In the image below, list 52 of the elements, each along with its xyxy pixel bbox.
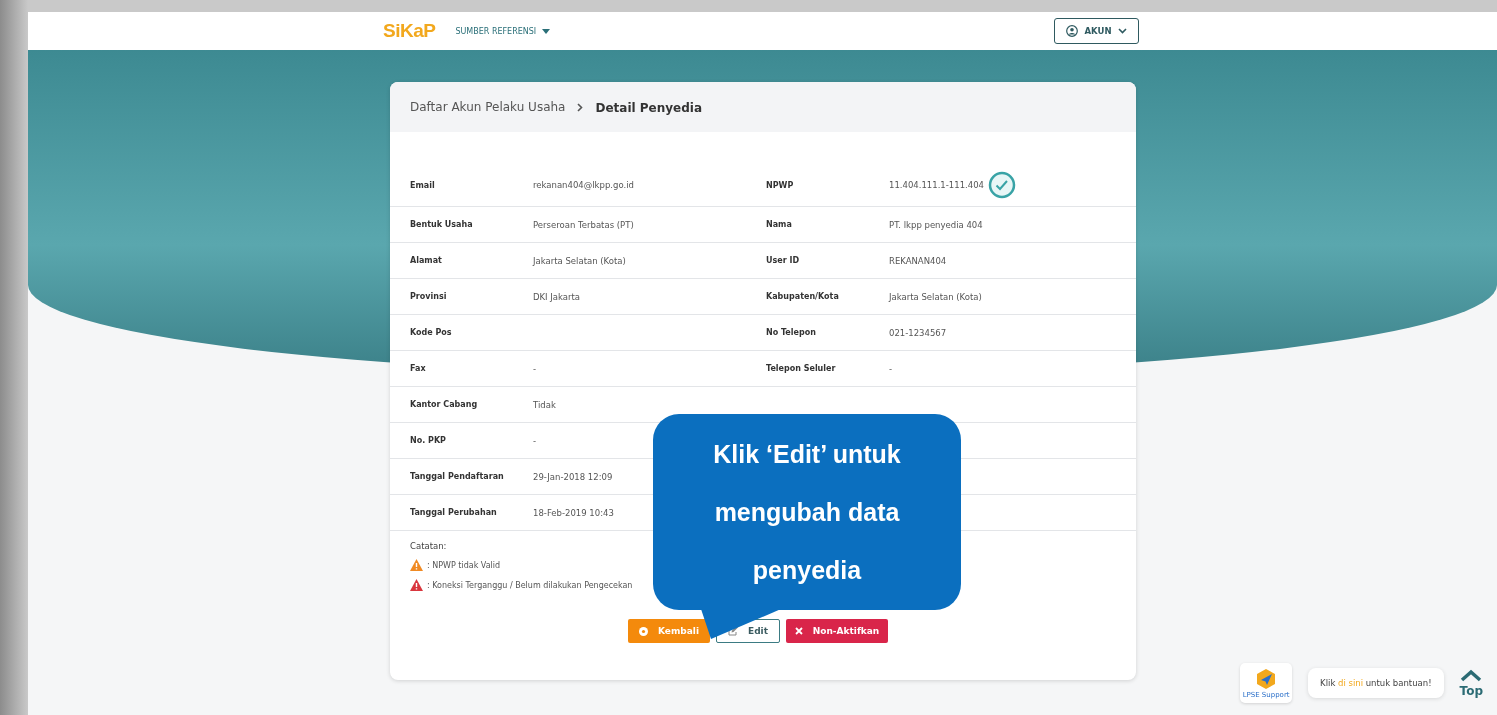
field-value: Jakarta Selatan (Kota) bbox=[533, 255, 626, 266]
field-value: 29-Jan-2018 12:09 bbox=[533, 471, 613, 482]
breadcrumb-item: Detail Penyedia bbox=[595, 101, 703, 115]
field-value: Perseroan Terbatas (PT) bbox=[533, 219, 634, 230]
field-value: Tidak bbox=[533, 399, 556, 410]
notes-title: Catatan: bbox=[410, 541, 448, 551]
field-value: DKI Jakarta bbox=[533, 291, 581, 302]
field-label: Provinsi bbox=[409, 292, 448, 301]
field-label: NPWP bbox=[766, 180, 794, 190]
chevron-up-icon bbox=[1460, 668, 1483, 682]
field-value: Jakarta Selatan (Kota) bbox=[889, 291, 982, 302]
back-to-top-button[interactable]: Top bbox=[1459, 668, 1483, 698]
field-value: PT. lkpp penyedia 404 bbox=[889, 219, 983, 230]
note-text: : NPWP tidak Valid bbox=[427, 560, 501, 570]
nav-menu[interactable]: SUMBER REFERENSI bbox=[455, 26, 551, 36]
field-label: Telepon Seluler bbox=[766, 364, 836, 373]
field-label: Nama bbox=[766, 220, 792, 229]
note-text: : Koneksi Terganggu / Belum dilakukan Pengecekan bbox=[427, 580, 633, 590]
field-label: No Telepon bbox=[766, 328, 816, 337]
hexagon-logo-icon bbox=[1255, 667, 1278, 690]
user-icon bbox=[1066, 25, 1079, 37]
field-value: - bbox=[889, 363, 893, 374]
field-label: Fax bbox=[409, 364, 427, 373]
breadcrumb-item[interactable]: Daftar Akun Pelaku Usaha bbox=[410, 100, 566, 114]
field-value: 11.404.111.1-111.404 bbox=[889, 180, 984, 190]
chevron-icon bbox=[577, 102, 584, 112]
field-value: - bbox=[533, 363, 537, 374]
caret-icon bbox=[542, 28, 551, 34]
field-label: Email bbox=[409, 180, 436, 190]
field-value: rekanan404@lkpp.go.id bbox=[533, 180, 634, 190]
field-value: 021-1234567 bbox=[889, 327, 947, 338]
help-text: Klik di sini untuk bantuan! bbox=[1320, 678, 1432, 688]
field-label: Kantor Cabang bbox=[409, 400, 479, 409]
callout-text: Klik ‘Edit’ untuk bbox=[713, 439, 901, 470]
callout-text: penyedia bbox=[752, 555, 862, 586]
chevron-icon bbox=[1117, 28, 1127, 34]
account-button[interactable]: AKUN bbox=[1054, 18, 1139, 44]
callout-text: mengubah data bbox=[714, 497, 900, 528]
field-label: No. PKP bbox=[409, 436, 447, 445]
field-label: Alamat bbox=[409, 256, 443, 265]
field-label: Tanggal Pendaftaran bbox=[409, 472, 505, 481]
field-label: User ID bbox=[766, 256, 800, 265]
field-label: Tanggal Perubahan bbox=[409, 508, 498, 517]
field-value: - bbox=[533, 435, 537, 446]
field-value: REKANAN404 bbox=[889, 255, 947, 266]
field-label: Kabupaten/Kota bbox=[766, 292, 839, 301]
close-icon bbox=[794, 627, 803, 635]
deactivate-button[interactable]: Non-Aktifkan bbox=[786, 619, 888, 643]
field-value: 18-Feb-2019 10:43 bbox=[533, 507, 614, 518]
circle-icon bbox=[639, 626, 648, 636]
field-label: Bentuk Usaha bbox=[409, 220, 474, 229]
field-label: Kode Pos bbox=[409, 328, 453, 337]
